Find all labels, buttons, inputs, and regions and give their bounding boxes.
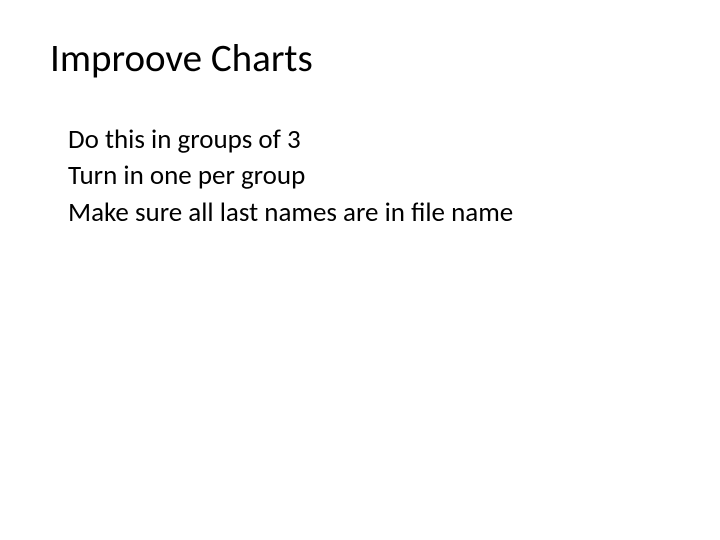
slide-title: Improove Charts (50, 35, 670, 82)
body-line-3: Make sure all last names are in file nam… (68, 195, 670, 231)
body-line-1: Do this in groups of 3 (68, 122, 670, 158)
body-line-2: Turn in one per group (68, 158, 670, 194)
slide-body: Do this in groups of 3 Turn in one per g… (50, 122, 670, 231)
slide-container: Improove Charts Do this in groups of 3 T… (0, 0, 720, 540)
